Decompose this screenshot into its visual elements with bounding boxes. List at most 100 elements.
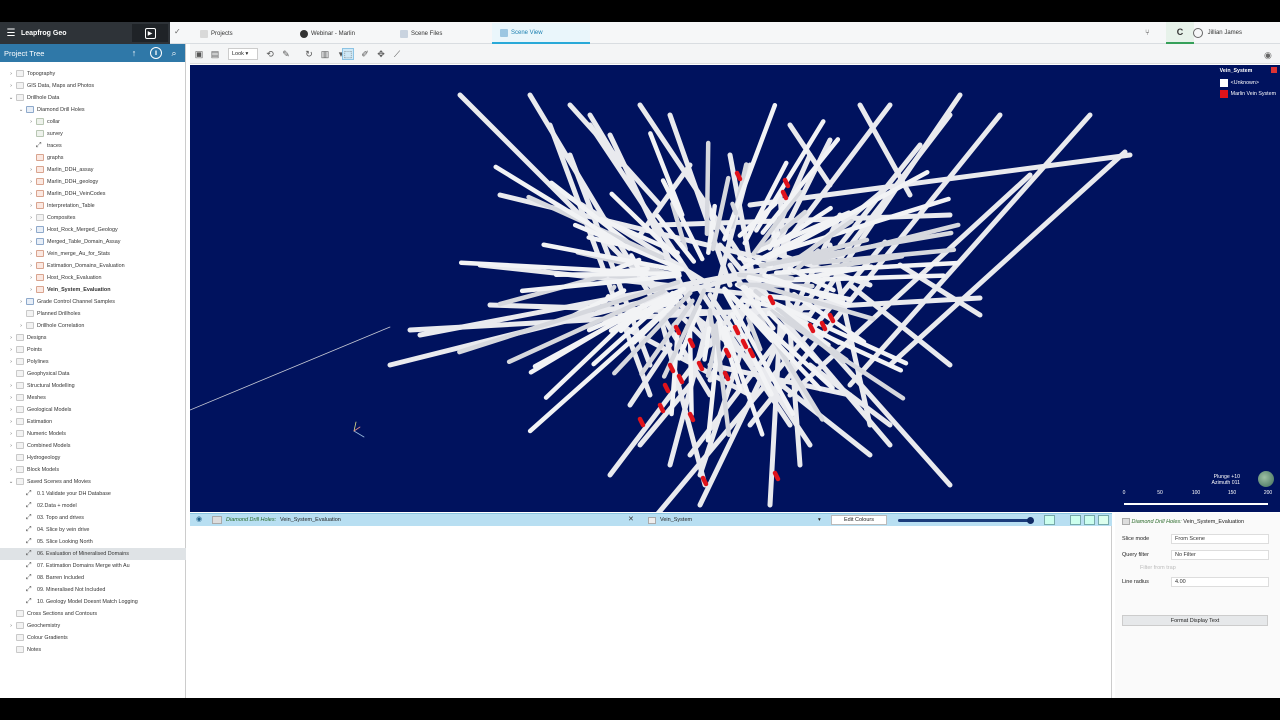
expand-closed-icon[interactable]: › [8,356,14,368]
expand-closed-icon[interactable]: › [28,116,34,128]
look-dropdown[interactable]: Look ▾ [228,48,258,60]
search-icon[interactable]: ⌕ [168,47,180,59]
line-radius-input[interactable]: 4.00 [1171,577,1269,587]
expand-closed-icon[interactable]: › [28,188,34,200]
expand-closed-icon[interactable]: › [8,620,14,632]
tree-item[interactable]: › Points [0,344,186,356]
expand-closed-icon[interactable]: › [8,332,14,344]
tree-item[interactable]: › GIS Data, Maps and Photos [0,80,186,92]
tree-item[interactable]: Notes [0,644,186,656]
tree-item[interactable]: › Marlin_DDH_geology [0,176,186,188]
tree-item[interactable]: ⤢ 08. Barren Included [0,572,186,584]
tree-item[interactable]: › Grade Control Channel Samples [0,296,186,308]
tree-item[interactable]: › Meshes [0,392,186,404]
expand-closed-icon[interactable]: › [8,428,14,440]
tree-item[interactable]: › Estimation_Domains_Evaluation [0,260,186,272]
expand-closed-icon[interactable]: › [8,68,14,80]
tree-item[interactable]: › Estimation [0,416,186,428]
tree-item[interactable]: › Topography [0,68,186,80]
ruler-icon[interactable]: ⟋ [391,48,403,60]
tree-item[interactable]: ⤢ 06. Evaluation of Mineralised Domains [0,548,186,560]
tree-item[interactable]: › Composites [0,212,186,224]
tree-item[interactable]: › Host_Rock_Evaluation [0,272,186,284]
tree-item[interactable]: ⤢ 03. Topo and drives [0,512,186,524]
expand-closed-icon[interactable]: › [8,464,14,476]
tree-item[interactable]: graphs [0,152,186,164]
tree-item[interactable]: › collar [0,116,186,128]
tree-item[interactable]: › Vein_System_Evaluation [0,284,186,296]
tree-item[interactable]: ⤢ 09. Mineralised Not Included [0,584,186,596]
expand-closed-icon[interactable]: › [8,344,14,356]
query-filter-select[interactable]: No Filter [1171,550,1269,560]
tree-item[interactable]: › Host_Rock_Merged_Geology [0,224,186,236]
edit-colours-button[interactable]: Edit Colours [831,515,887,525]
tree-item[interactable]: ⤢ 02.Data + model [0,500,186,512]
tab-projects[interactable]: Projects [192,23,288,44]
expand-closed-icon[interactable]: › [28,200,34,212]
tree-item[interactable]: › Polylines [0,356,186,368]
expand-closed-icon[interactable]: › [28,284,34,296]
up-arrow-icon[interactable]: ↑ [128,47,140,59]
tree-item[interactable]: ⌄ Drillhole Data [0,92,186,104]
format-display-text-button[interactable]: Format Display Text [1122,615,1268,626]
expand-closed-icon[interactable]: › [8,416,14,428]
tree-item[interactable]: ⤢ 07. Estimation Domains Merge with Au [0,560,186,572]
user-menu[interactable]: Jillian James [1192,22,1242,44]
view-settings-icon[interactable]: ▣ [193,48,205,60]
movie-play-button[interactable]: ▶ [132,24,168,42]
expand-closed-icon[interactable]: › [8,392,14,404]
colour-column-select[interactable]: Vein_System [660,514,692,526]
tree-item[interactable]: ⤢ traces [0,140,186,152]
remove-close-icon[interactable]: ✕ [628,514,634,526]
refresh-icon[interactable]: ↻ [303,48,315,60]
tree-item[interactable]: › Structural Modelling [0,380,186,392]
tree-item[interactable]: › Merged_Table_Domain_Assay [0,236,186,248]
expand-closed-icon[interactable]: › [28,260,34,272]
expand-closed-icon[interactable]: › [18,296,24,308]
move-icon[interactable]: ✥ [375,48,387,60]
tree-item[interactable]: survey [0,128,186,140]
globe-icon[interactable] [1258,471,1274,487]
grid-toggle-icon[interactable] [1098,515,1109,525]
select-icon[interactable]: ⬚ [342,48,354,60]
tree-item[interactable]: › Designs [0,332,186,344]
tree-item[interactable]: › Numeric Models [0,428,186,440]
tree-item[interactable]: Colour Gradients [0,632,186,644]
tree-item[interactable]: › Geological Models [0,404,186,416]
slice-mode-select[interactable]: From Scene [1171,534,1269,544]
tree-item[interactable]: › Drillhole Correlation [0,320,186,332]
expand-open-icon[interactable]: ⌄ [8,476,14,488]
tree-item[interactable]: ⤢ 10. Geology Model Doesnt Match Logging [0,596,186,608]
filter-icon[interactable] [1044,515,1055,525]
leapfrog-logo-icon[interactable]: C [1166,22,1194,44]
slider-knob[interactable] [1027,517,1034,524]
expand-closed-icon[interactable]: › [8,80,14,92]
expand-open-icon[interactable]: ⌄ [18,104,24,116]
tree-item[interactable]: Cross Sections and Contours [0,608,186,620]
tree-item[interactable]: ⌄ Saved Scenes and Movies [0,476,186,488]
tree-item[interactable]: ⤢ 05. Slice Looking North [0,536,186,548]
tab-scene-files[interactable]: Scene Files [392,23,488,44]
slice-icon[interactable]: ▥ [319,48,331,60]
pencil-icon[interactable]: ✐ [359,48,371,60]
slice-toggle-icon[interactable] [1084,515,1095,525]
expand-closed-icon[interactable]: › [28,236,34,248]
tree-item[interactable]: ⤢ 0.1 Validate your DH Database [0,488,186,500]
scene-view[interactable]: Vein_System <Unknown> Marlin Vein System… [190,65,1280,512]
expand-closed-icon[interactable]: › [8,440,14,452]
tree-item[interactable]: › Marlin_DDH_VeinCodes [0,188,186,200]
tree-item[interactable]: › Interpretation_Table [0,200,186,212]
expand-open-icon[interactable]: ⌄ [8,92,14,104]
tree-item[interactable]: › Block Models [0,464,186,476]
tree-item[interactable]: › Vein_merge_Au_for_Stats [0,248,186,260]
visibility-eye-icon[interactable]: ◉ [196,514,202,526]
tab-webinar-marlin[interactable]: Webinar - Marlin [292,23,388,44]
tree-item[interactable]: Geophysical Data [0,368,186,380]
expand-closed-icon[interactable]: › [8,404,14,416]
camera-icon[interactable]: ◉ [1264,50,1272,61]
tree-item[interactable]: › Combined Models [0,440,186,452]
pause-icon[interactable]: Ⅱ [150,47,162,59]
tree-item[interactable]: › Marlin_DDH_assay [0,164,186,176]
legend-close-icon[interactable] [1271,67,1277,73]
tree-item[interactable]: › Geochemistry [0,620,186,632]
